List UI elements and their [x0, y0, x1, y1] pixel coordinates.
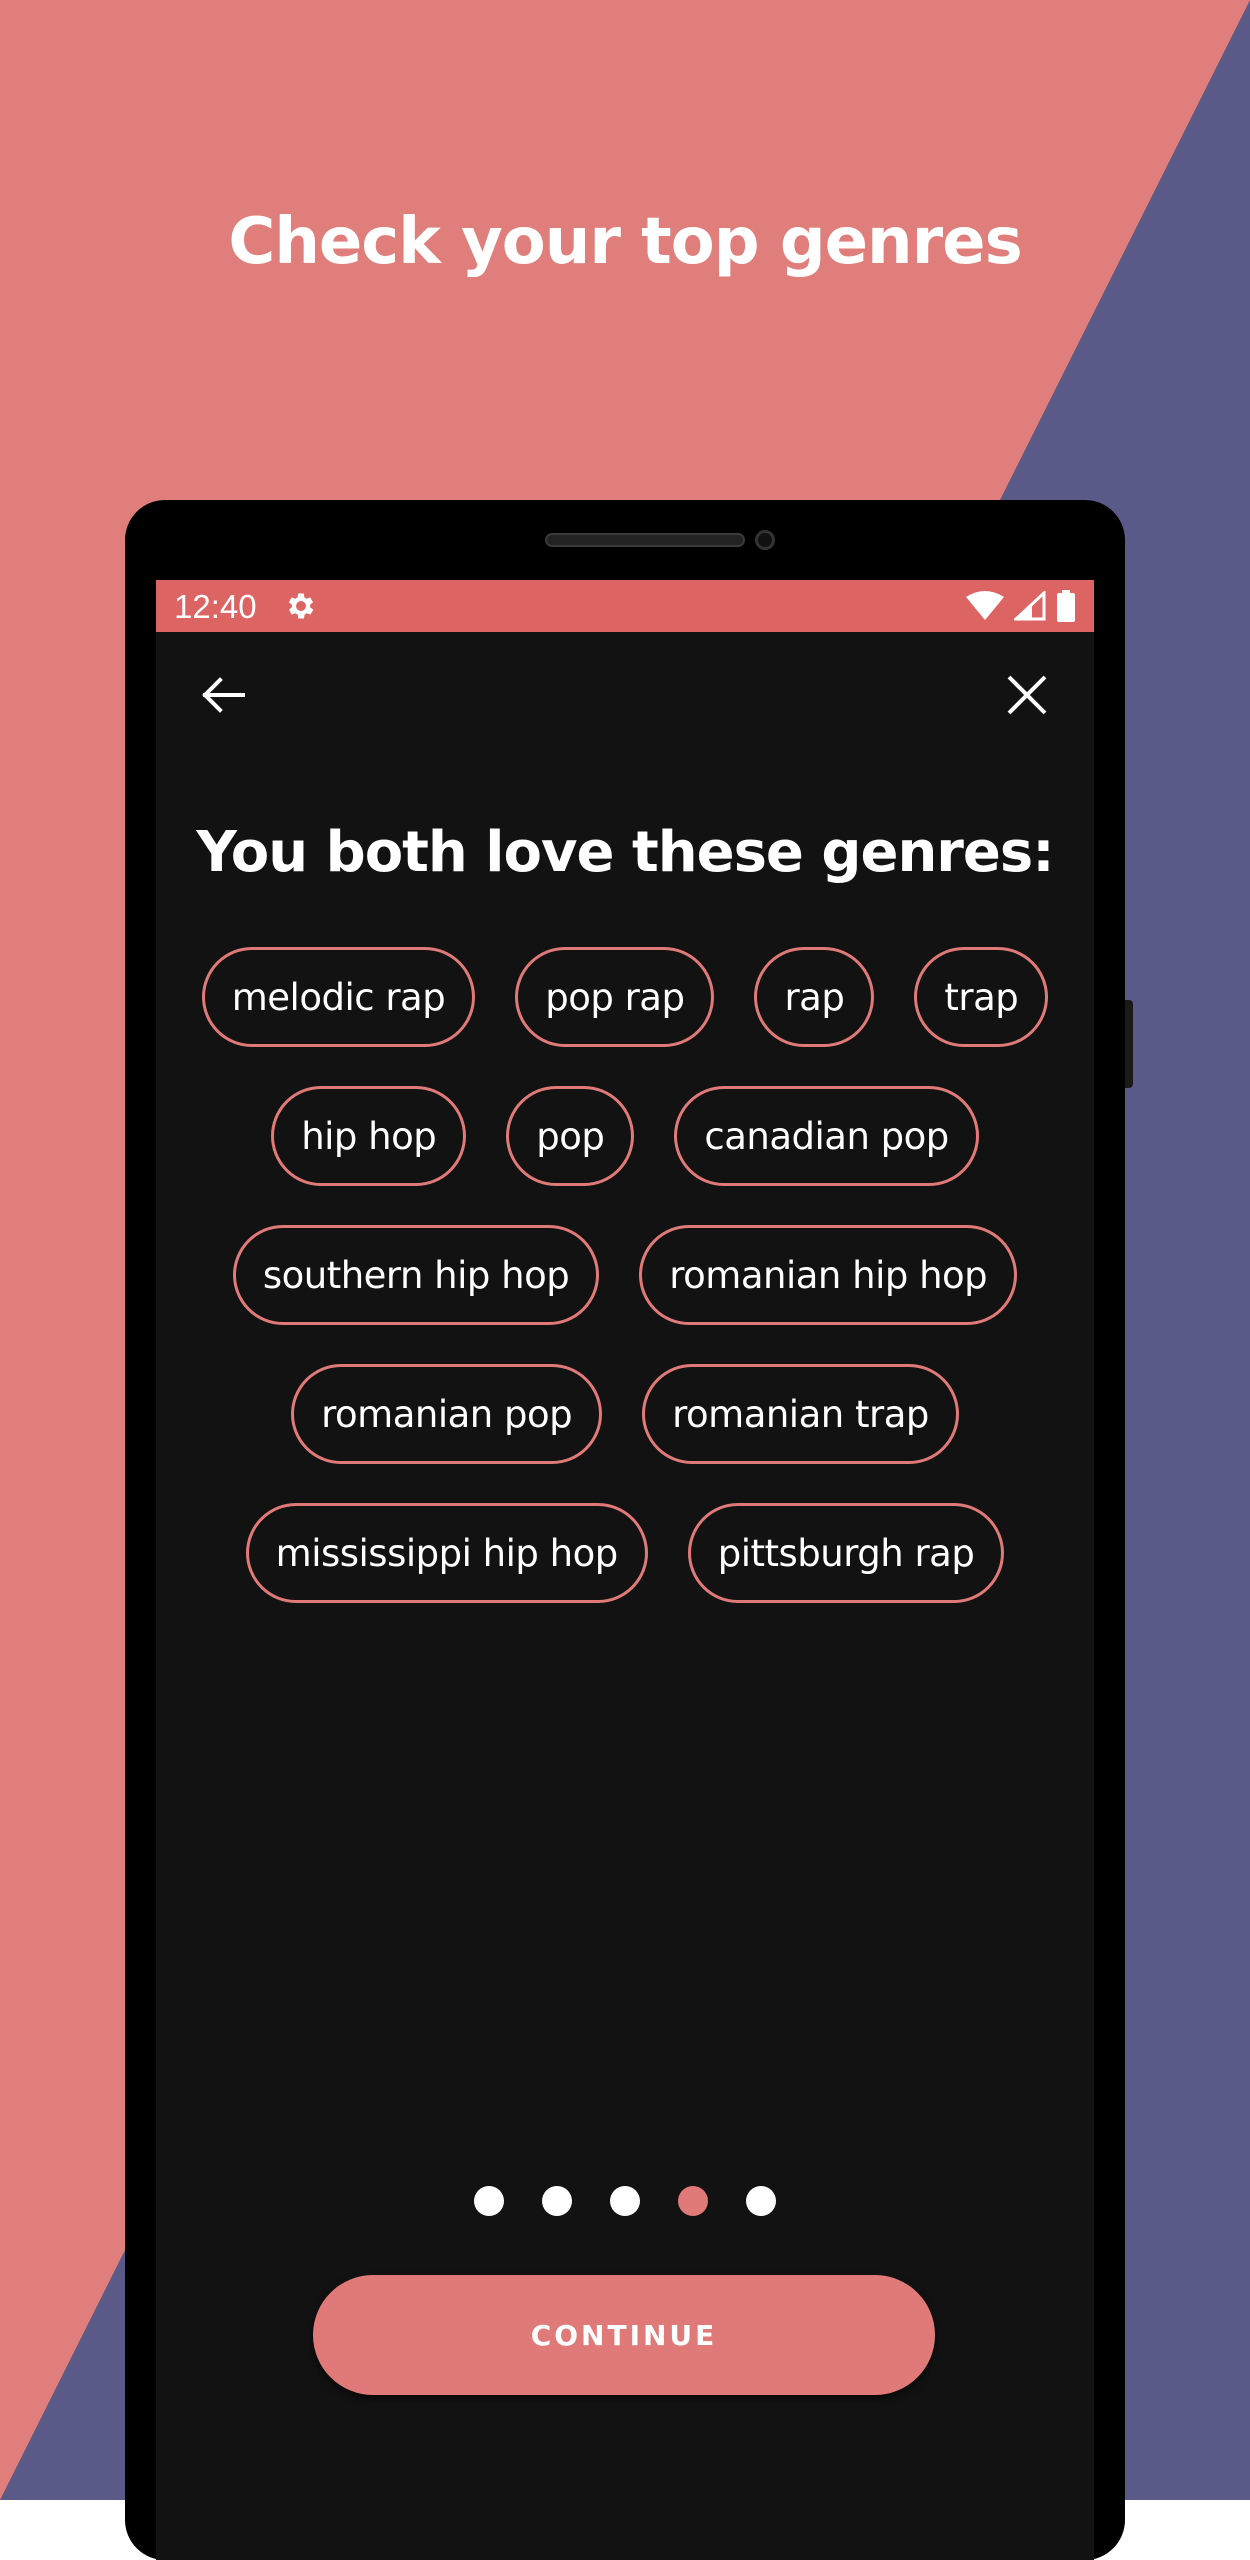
genre-chip[interactable]: hip hop [271, 1086, 467, 1186]
genre-chip[interactable]: pop [506, 1086, 635, 1186]
close-icon [1007, 675, 1047, 715]
genre-chip[interactable]: mississippi hip hop [245, 1503, 648, 1603]
section-title: You both love these genres: [196, 820, 1054, 885]
genre-chip[interactable]: pop rap [515, 947, 715, 1047]
genre-chip[interactable]: rap [754, 947, 875, 1047]
page-dot [542, 2186, 572, 2216]
genre-chip[interactable]: melodic rap [201, 947, 476, 1047]
settings-icon [288, 593, 314, 619]
signal-icon [1014, 591, 1046, 621]
genre-chip[interactable]: romanian hip hop [639, 1225, 1018, 1325]
phone-camera [755, 530, 775, 550]
page-dot [746, 2186, 776, 2216]
page-dot-active [678, 2186, 708, 2216]
page-dot [610, 2186, 640, 2216]
page-indicator [156, 2186, 1094, 2216]
back-button[interactable] [186, 658, 260, 732]
page-headline: Check your top genres [228, 205, 1022, 279]
genre-chip[interactable]: canadian pop [674, 1086, 979, 1186]
genre-chip[interactable]: romanian trap [642, 1364, 959, 1464]
status-time: 12:40 [174, 588, 257, 625]
genre-chip[interactable]: trap [914, 947, 1049, 1047]
continue-button[interactable]: CONTINUE [313, 2275, 935, 2395]
genre-chip[interactable]: pittsburgh rap [687, 1503, 1005, 1603]
battery-icon [1057, 590, 1075, 622]
status-icons [966, 588, 1076, 624]
page-dot [474, 2186, 504, 2216]
phone-speaker [545, 533, 745, 547]
genre-chip-list: melodic rap pop rap rap trap hip hop pop… [196, 947, 1054, 1603]
phone-screen: 12:40 You both love these genres: melodi… [156, 580, 1094, 2560]
phone-frame: 12:40 You both love these genres: melodi… [125, 500, 1133, 2560]
genre-chip[interactable]: southern hip hop [232, 1225, 600, 1325]
genre-chip[interactable]: romanian pop [291, 1364, 603, 1464]
wifi-icon [966, 591, 1004, 620]
close-button[interactable] [990, 658, 1064, 732]
status-bar: 12:40 [156, 580, 1094, 632]
arrow-left-icon [202, 677, 245, 713]
phone-side-button [1125, 1000, 1133, 1088]
